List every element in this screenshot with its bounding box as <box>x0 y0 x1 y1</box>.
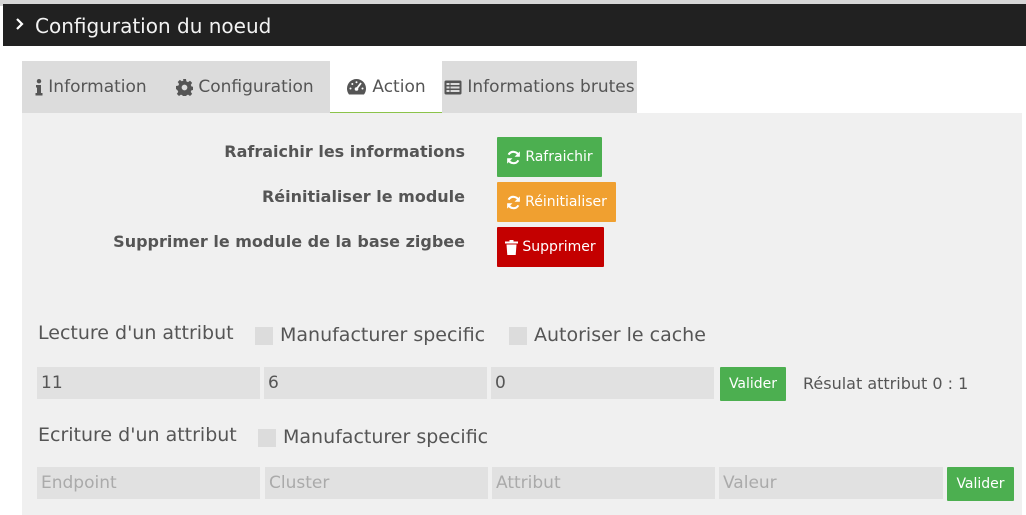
read-result-text: Résulat attribut 0 : 1 <box>803 374 969 393</box>
write-cluster-input[interactable] <box>265 467 488 499</box>
write-attribute-title: Ecriture d'un attribut <box>38 424 237 446</box>
node-config-modal: Configuration du noeud Information Confi… <box>3 4 1026 515</box>
read-cluster-input[interactable] <box>264 367 487 399</box>
write-submit-button[interactable]: Valider <box>947 467 1014 501</box>
delete-button[interactable]: Supprimer <box>497 227 604 267</box>
tab-configuration[interactable]: Configuration <box>160 61 330 113</box>
tab-label: Action <box>372 76 426 97</box>
read-attribute-title: Lecture d'un attribut <box>38 322 234 344</box>
info-icon <box>35 78 43 95</box>
read-manufacturer-checkbox[interactable] <box>255 327 273 345</box>
tab-information[interactable]: Information <box>22 61 160 113</box>
refresh-button-label: Rafraichir <box>525 149 593 165</box>
delete-button-label: Supprimer <box>522 239 596 255</box>
read-cache-checkbox[interactable] <box>509 327 527 345</box>
dashboard-icon <box>347 79 367 95</box>
write-value-input[interactable] <box>719 467 943 499</box>
modal-title: Configuration du noeud <box>35 14 272 38</box>
read-cache-label: Autoriser le cache <box>534 324 706 346</box>
write-manufacturer-label: Manufacturer specific <box>283 426 489 448</box>
refresh-icon <box>507 150 521 164</box>
tab-informations-brutes[interactable]: Informations brutes <box>442 61 637 113</box>
read-manufacturer-label: Manufacturer specific <box>280 324 486 346</box>
read-submit-label: Valider <box>728 376 778 392</box>
read-submit-button[interactable]: Valider <box>720 367 786 401</box>
tab-label: Configuration <box>198 77 314 97</box>
delete-label: Supprimer le module de la base zigbee <box>113 232 465 251</box>
refresh-label: Rafraichir les informations <box>224 142 465 161</box>
refresh-icon <box>507 195 520 209</box>
action-panel: Rafraichir les informations Rafraichir R… <box>22 113 1022 515</box>
refresh-button[interactable]: Rafraichir <box>497 137 602 177</box>
chevron-right-icon[interactable] <box>14 18 26 30</box>
reset-button-label: Réinitialiser <box>525 194 607 210</box>
modal-titlebar: Configuration du noeud <box>3 4 1026 46</box>
tab-label: Information <box>48 77 147 97</box>
tab-label: Informations brutes <box>467 77 635 97</box>
write-attribute-input[interactable] <box>492 467 715 499</box>
reset-label: Réinitialiser le module <box>261 187 465 206</box>
read-attribute-input[interactable] <box>491 367 714 399</box>
tab-action[interactable]: Action <box>330 61 442 113</box>
write-endpoint-input[interactable] <box>37 467 260 499</box>
gear-icon <box>176 78 194 96</box>
write-submit-label: Valider <box>956 476 1005 492</box>
list-icon <box>444 80 462 94</box>
trash-icon <box>505 239 519 255</box>
read-endpoint-input[interactable] <box>37 367 260 399</box>
write-manufacturer-checkbox[interactable] <box>258 429 276 447</box>
reset-button[interactable]: Réinitialiser <box>497 182 616 222</box>
